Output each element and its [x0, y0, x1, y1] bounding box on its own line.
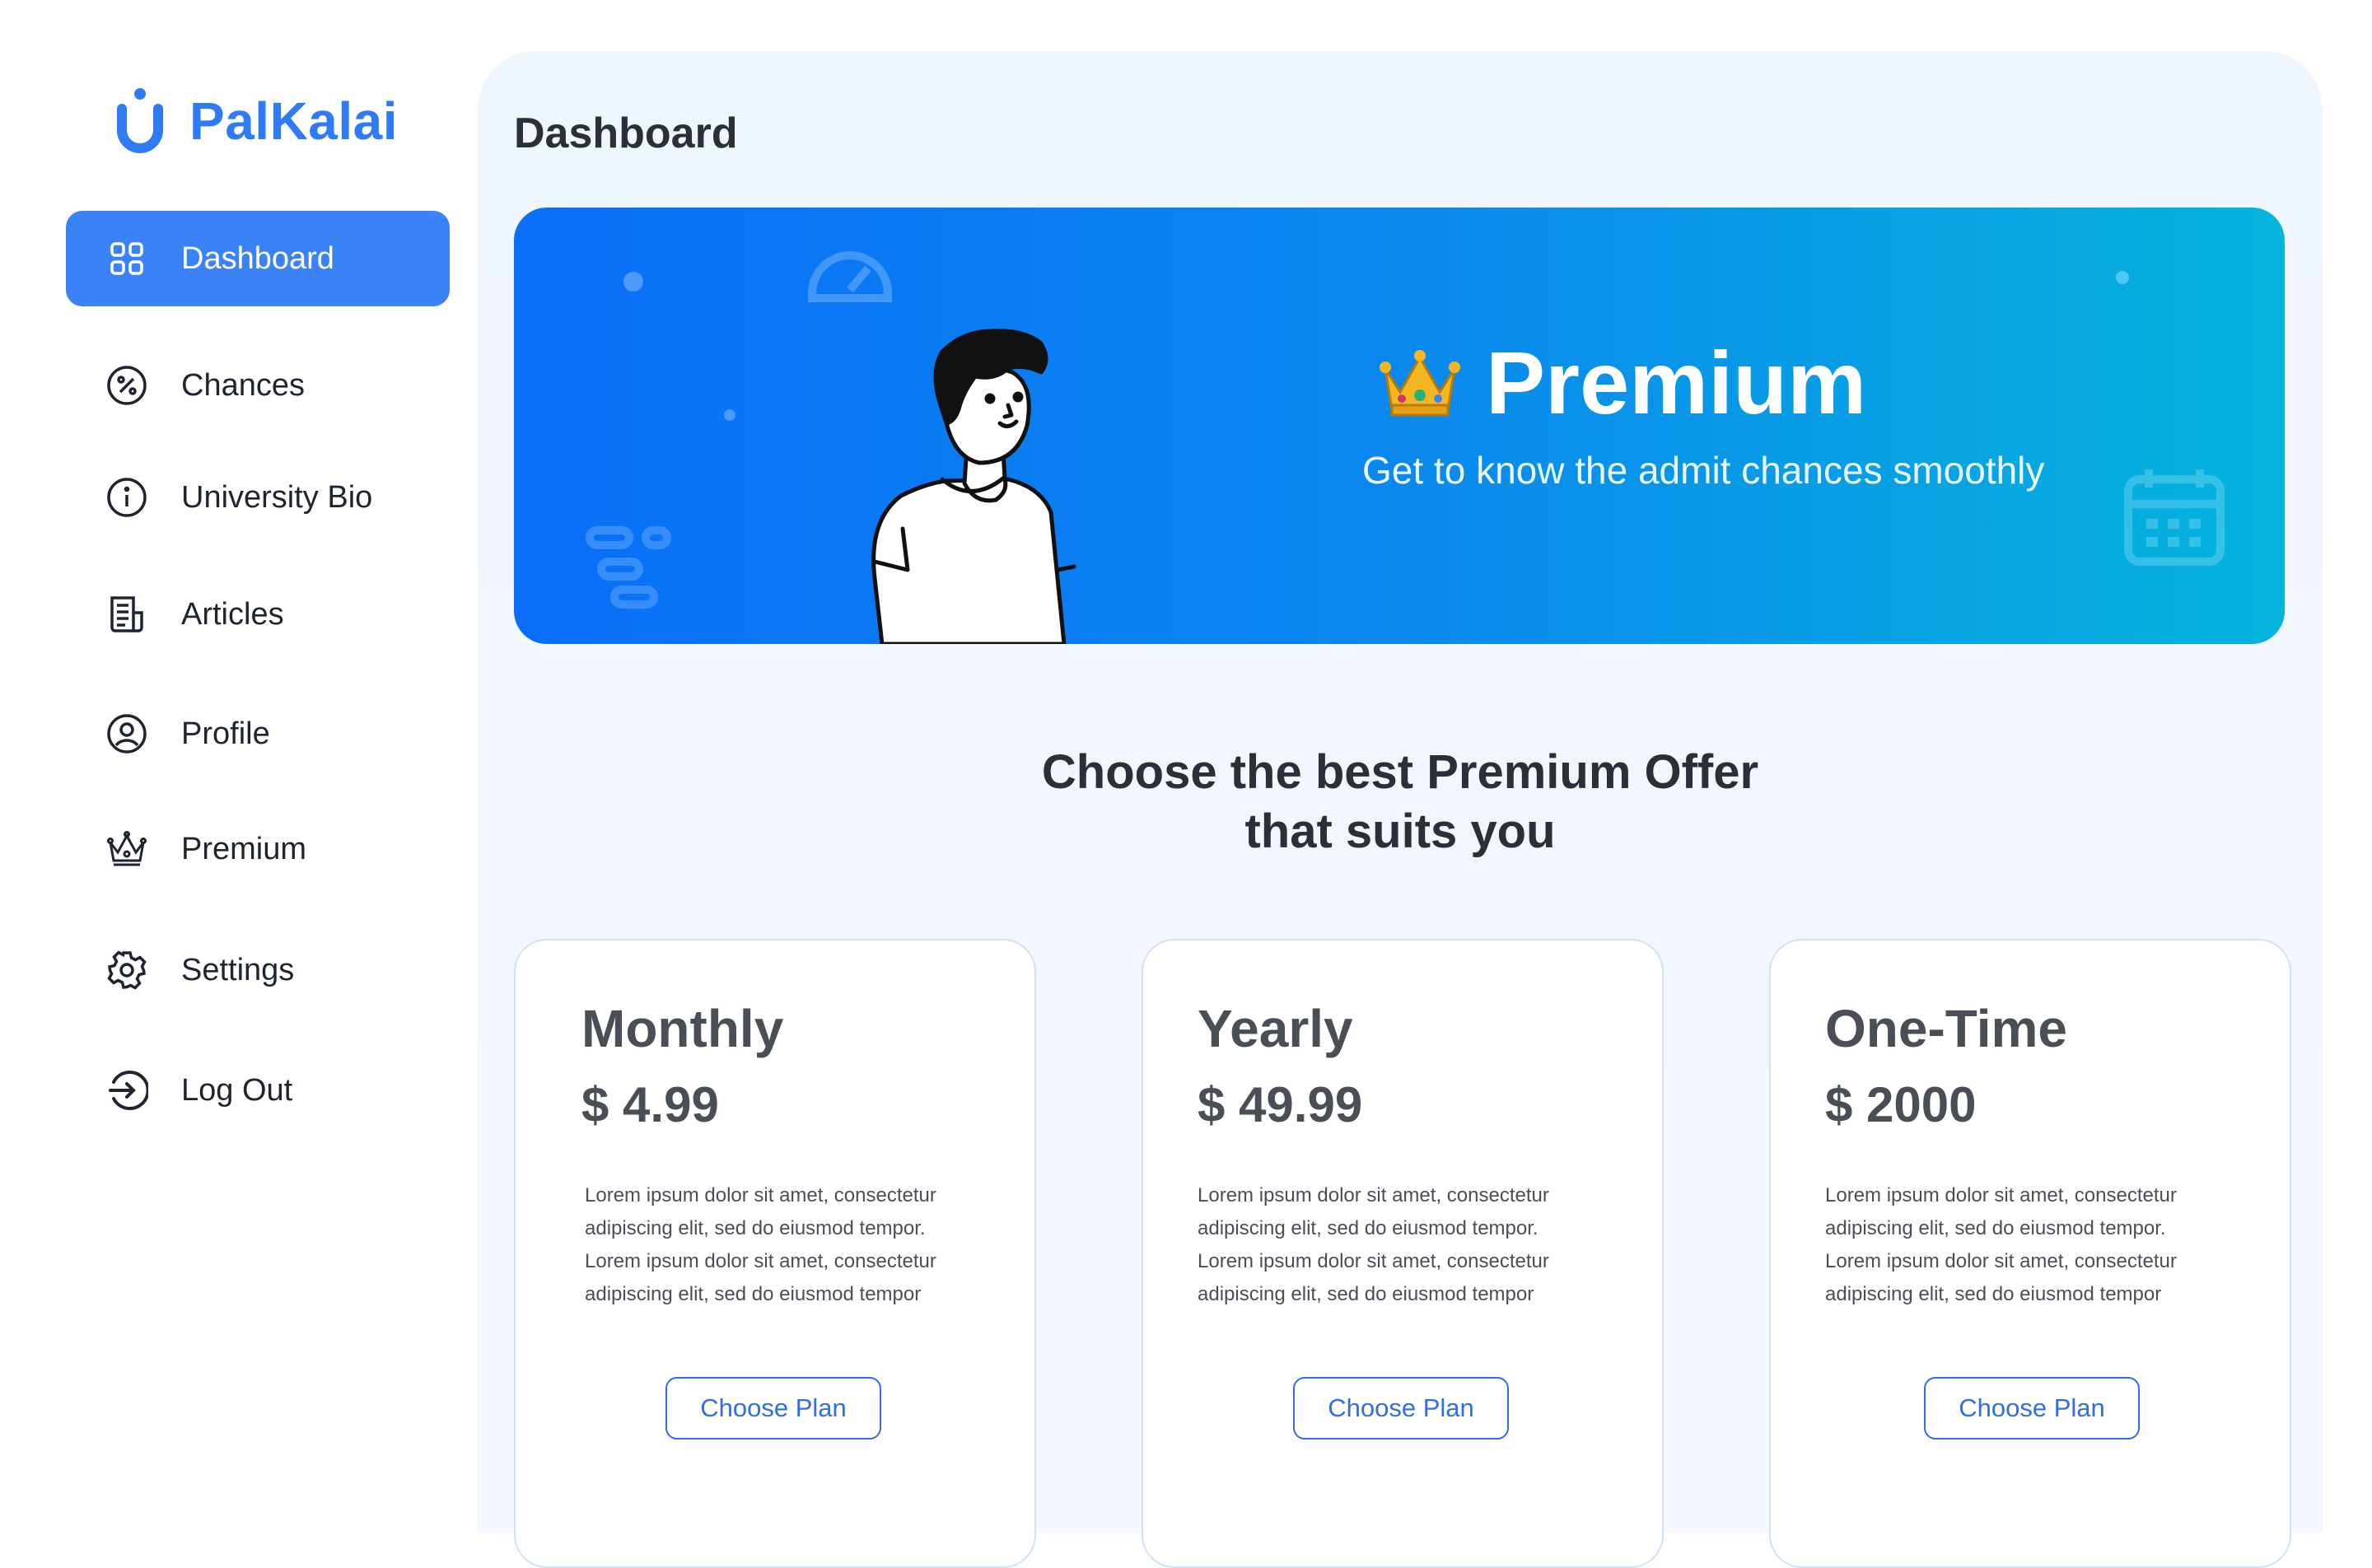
sidebar-item-logout[interactable]: Log Out [66, 1043, 450, 1138]
sidebar: PalKalai Dashboard Chances University Bi… [0, 0, 478, 1482]
brand-name: PalKalai [189, 91, 399, 151]
task-list-icon [586, 526, 671, 609]
sidebar-item-label: Log Out [181, 1072, 293, 1108]
plan-description: Lorem ipsum dolor sit amet, consectetur … [1198, 1184, 1549, 1305]
sidebar-item-dashboard[interactable]: Dashboard [66, 211, 450, 306]
sidebar-item-settings[interactable]: Settings [66, 922, 450, 1018]
plan-description: Lorem ipsum dolor sit amet, consectetur … [585, 1184, 936, 1305]
newspaper-icon [104, 591, 150, 637]
brand-logo[interactable]: PalKalai [115, 87, 398, 155]
plan-description: Lorem ipsum dolor sit amet, consectetur … [1825, 1184, 2177, 1305]
sidebar-item-label: Dashboard [181, 240, 334, 276]
sidebar-item-articles[interactable]: Articles [66, 567, 450, 662]
grid-icon [104, 236, 150, 282]
person-illustration [871, 329, 1076, 644]
premium-banner: Premium Get to know the admit chances sm… [514, 208, 2285, 644]
plan-card-yearly: Yearly $ 49.99 Lorem ipsum dolor sit ame… [1142, 939, 1664, 1568]
plan-name: One-Time [1825, 999, 2067, 1058]
banner-title: Premium [1379, 331, 1866, 434]
plan-name: Yearly [1198, 999, 1353, 1058]
plan-name: Monthly [581, 999, 784, 1058]
page-title: Dashboard [514, 110, 738, 157]
choose-plan-button[interactable]: Choose Plan [1293, 1377, 1509, 1440]
plan-card-monthly: Monthly $ 4.99 Lorem ipsum dolor sit ame… [514, 939, 1036, 1568]
logout-icon [104, 1067, 150, 1113]
plan-price: $ 49.99 [1198, 1077, 1363, 1132]
offer-heading-line1: Choose the best Premium Offer [1041, 745, 1759, 799]
choose-plan-button[interactable]: Choose Plan [1924, 1377, 2140, 1440]
crown-icon [104, 826, 150, 872]
sidebar-item-premium[interactable]: Premium [66, 801, 450, 897]
speedometer-icon [808, 251, 892, 302]
sidebar-item-university-bio[interactable]: University Bio [66, 450, 450, 545]
user-circle-icon [104, 711, 150, 757]
sidebar-item-chances[interactable]: Chances [66, 338, 450, 433]
banner-title-text: Premium [1486, 333, 1867, 432]
plan-price: $ 4.99 [581, 1077, 719, 1132]
choose-plan-button[interactable]: Choose Plan [665, 1377, 881, 1440]
info-icon [104, 474, 150, 520]
sidebar-item-label: Settings [181, 952, 295, 987]
offer-heading: Choose the best Premium Offer that suits… [478, 743, 2323, 861]
calendar-icon [2124, 469, 2225, 566]
logo-icon [117, 88, 163, 153]
sidebar-item-label: Articles [181, 596, 284, 632]
offer-heading-line2: that suits you [1244, 805, 1556, 858]
plan-card-one-time: One-Time $ 2000 Lorem ipsum dolor sit am… [1769, 939, 2291, 1568]
percent-icon [104, 362, 150, 408]
main-content: Dashboard Premium Get to know the admit … [478, 51, 2323, 1568]
banner-subtitle: Get to know the admit chances smoothly [1362, 449, 2045, 492]
plan-price: $ 2000 [1825, 1077, 1977, 1132]
sidebar-item-profile[interactable]: Profile [66, 686, 450, 782]
crown-emoji-icon [1380, 349, 1460, 416]
sidebar-item-label: Chances [181, 367, 305, 403]
gear-icon [104, 947, 150, 993]
sidebar-item-label: University Bio [181, 479, 373, 515]
sidebar-item-label: Premium [181, 831, 307, 866]
sidebar-item-label: Profile [181, 716, 270, 751]
